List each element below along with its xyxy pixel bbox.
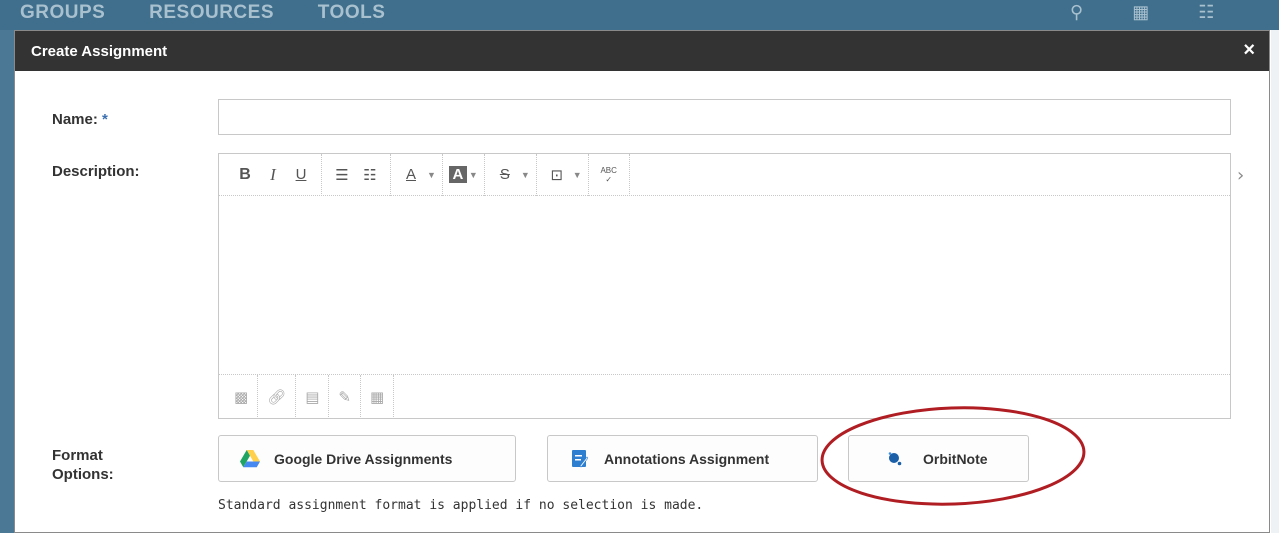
format-label-line1: Format: [52, 447, 103, 464]
apps-icon[interactable]: ☷: [1198, 2, 1214, 22]
grid-icon[interactable]: ▦: [1132, 2, 1149, 22]
dialog-header: Create Assignment ×: [15, 31, 1269, 71]
insert-pen-group: ✎: [329, 375, 361, 419]
text-style-group: B I U: [225, 153, 322, 196]
annotations-label: Annotations Assignment: [604, 450, 770, 467]
name-input[interactable]: [218, 99, 1231, 135]
insert-embed-group: ▦: [361, 375, 395, 419]
insert-image-icon[interactable]: ▩: [234, 388, 248, 406]
dialog-title: Create Assignment: [31, 43, 168, 60]
bold-button[interactable]: B: [231, 166, 259, 184]
insert-icon[interactable]: ⊡: [543, 166, 571, 184]
bullet-list-icon[interactable]: ☰: [328, 166, 356, 184]
chevron-down-icon[interactable]: ▼: [427, 170, 436, 180]
name-label: Name: *: [52, 110, 108, 129]
orbitnote-icon: [885, 449, 905, 469]
highlight-color-button[interactable]: A: [448, 166, 467, 183]
font-color-button[interactable]: A: [397, 166, 425, 183]
description-editor: B I U ☰ ☷ A ▼ A ▼ S ▼ ⊡ ▼ ABC ✓ ▩ 🔗︎ ▤ ✎…: [218, 153, 1231, 419]
font-color-group: A ▼: [391, 153, 443, 196]
link-icon[interactable]: 🔗︎: [267, 388, 286, 406]
search-icon[interactable]: ⚲: [1070, 2, 1083, 22]
chevron-right-icon[interactable]: ›: [1237, 165, 1244, 186]
background-content: [1271, 30, 1279, 533]
google-drive-label: Google Drive Assignments: [274, 450, 453, 467]
spellcheck-group: ABC ✓: [589, 153, 630, 196]
insert-group: ⊡ ▼: [537, 153, 589, 196]
google-drive-icon: [240, 449, 260, 469]
pen-icon[interactable]: ✎: [338, 388, 351, 406]
top-bar-icons: ⚲ ▦ ☷: [1070, 2, 1258, 23]
insert-link-group: 🔗︎: [258, 375, 297, 419]
embed-icon[interactable]: ▦: [370, 388, 384, 406]
list-group: ☰ ☷: [322, 153, 391, 196]
orbitnote-label: OrbitNote: [923, 450, 988, 467]
editor-content-area[interactable]: [219, 196, 1230, 375]
underline-button[interactable]: U: [287, 166, 315, 183]
top-nav: GROUPS RESOURCES TOOLS: [20, 2, 423, 24]
create-assignment-dialog: Create Assignment × Name: * Description:…: [14, 30, 1270, 533]
strike-group: S ▼: [485, 153, 537, 196]
strikethrough-button[interactable]: S: [491, 166, 519, 183]
nav-groups[interactable]: GROUPS: [20, 2, 105, 23]
name-label-text: Name:: [52, 111, 98, 128]
background-sidebar: [0, 30, 14, 533]
app-top-bar: GROUPS RESOURCES TOOLS ⚲ ▦ ☷: [0, 0, 1279, 30]
italic-button[interactable]: I: [259, 165, 287, 185]
annotations-assignment-button[interactable]: Annotations Assignment: [547, 435, 818, 482]
format-hint-text: Standard assignment format is applied if…: [218, 498, 704, 513]
numbered-list-icon[interactable]: ☷: [356, 166, 384, 184]
editor-toolbar: B I U ☰ ☷ A ▼ A ▼ S ▼ ⊡ ▼ ABC ✓: [219, 153, 1230, 196]
annotations-icon: [570, 449, 590, 469]
chevron-down-icon[interactable]: ▼: [573, 170, 582, 180]
format-label-line2: Options:: [52, 466, 114, 483]
file-icon[interactable]: ▤: [305, 388, 319, 406]
insert-image-group: ▩: [225, 375, 259, 419]
spellcheck-icon[interactable]: ABC ✓: [595, 166, 623, 184]
close-icon[interactable]: ×: [1243, 39, 1255, 62]
chevron-down-icon[interactable]: ▼: [469, 170, 478, 180]
google-drive-assignments-button[interactable]: Google Drive Assignments: [218, 435, 516, 482]
description-label: Description:: [52, 163, 140, 180]
required-mark: *: [102, 111, 108, 128]
chevron-down-icon[interactable]: ▼: [521, 170, 530, 180]
highlight-group: A ▼: [443, 153, 485, 196]
insert-file-group: ▤: [296, 375, 330, 419]
spellcheck-label: ABC: [600, 165, 617, 175]
editor-insert-toolbar: ▩ 🔗︎ ▤ ✎ ▦: [219, 375, 1230, 419]
format-options-label: Format Options:: [52, 446, 114, 484]
orbitnote-button[interactable]: OrbitNote: [848, 435, 1029, 482]
nav-resources[interactable]: RESOURCES: [149, 2, 274, 23]
nav-tools[interactable]: TOOLS: [318, 2, 386, 23]
